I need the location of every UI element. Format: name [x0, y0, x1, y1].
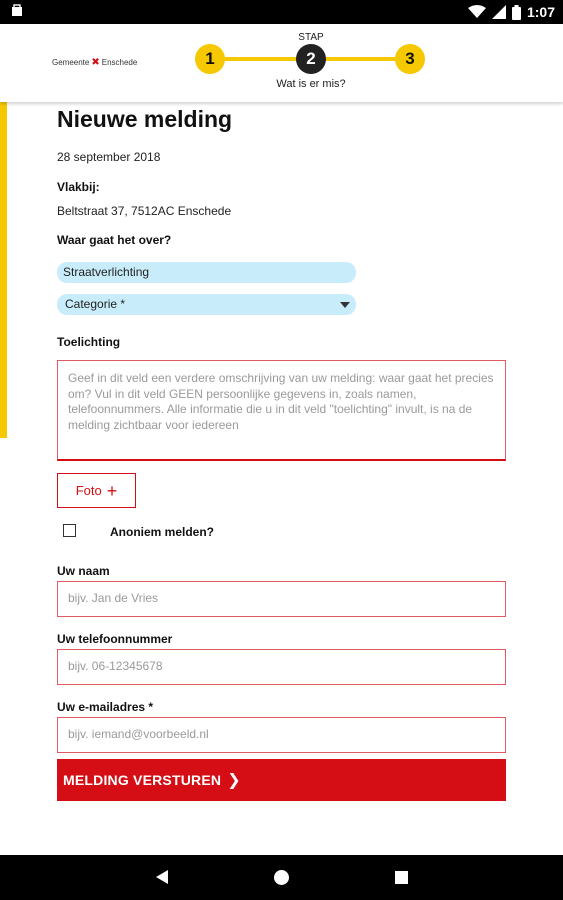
- email-label: Uw e-mailadres *: [57, 700, 154, 714]
- anonymous-label: Anoniem melden?: [110, 525, 215, 539]
- add-photo-button[interactable]: Foto +: [57, 473, 136, 508]
- app-header: Gemeente ✖ Enschede STAP 1 2 3 Wat is er…: [0, 24, 563, 102]
- signal-icon: [491, 5, 506, 19]
- recent-apps-icon[interactable]: [395, 871, 408, 884]
- nearby-label: Vlakbij:: [57, 180, 100, 194]
- stepper-label: STAP: [298, 32, 324, 43]
- subject-chip[interactable]: Straatverlichting: [57, 262, 356, 283]
- name-label: Uw naam: [57, 564, 110, 578]
- report-date: 28 september 2018: [57, 150, 161, 164]
- chevron-right-icon: ❯: [227, 772, 241, 789]
- notification-icon: [12, 4, 22, 16]
- name-placeholder: bijv. Jan de Vries: [68, 591, 159, 605]
- photo-button-label: Foto: [75, 483, 102, 498]
- category-placeholder: Categorie *: [65, 297, 126, 311]
- address-text: Beltstraat 37, 7512AC Enschede: [57, 204, 232, 218]
- subject-label: Waar gaat het over?: [57, 233, 172, 247]
- description-placeholder: Geef in dit veld een verdere omschrijvin…: [68, 371, 494, 432]
- phone-input[interactable]: bijv. 06-12345678: [57, 649, 506, 685]
- step-1[interactable]: 1: [195, 44, 225, 74]
- description-label: Toelichting: [57, 335, 121, 349]
- step-2-current[interactable]: 2: [296, 44, 326, 74]
- status-bar: 1:07: [0, 0, 563, 24]
- system-nav-bar: [0, 855, 563, 900]
- page-title: Nieuwe melding: [57, 106, 233, 132]
- category-select[interactable]: Categorie *: [57, 294, 356, 315]
- logo-text-right: Enschede: [101, 58, 138, 67]
- email-placeholder: bijv. iemand@voorbeeld.nl: [68, 727, 209, 741]
- description-textarea[interactable]: Geef in dit veld een verdere omschrijvin…: [57, 360, 506, 461]
- subject-value: Straatverlichting: [63, 265, 150, 279]
- step-3[interactable]: 3: [395, 44, 425, 74]
- stepper-caption: Wat is er mis?: [276, 78, 346, 90]
- back-icon[interactable]: [156, 870, 168, 884]
- anonymous-checkbox[interactable]: [63, 524, 76, 537]
- battery-icon: [511, 4, 521, 20]
- email-input[interactable]: bijv. iemand@voorbeeld.nl: [57, 717, 506, 753]
- logo-cross-icon: ✖: [91, 57, 100, 68]
- progress-stepper: STAP 1 2 3 Wat is er mis?: [195, 32, 427, 98]
- submit-button[interactable]: MELDING VERSTUREN ❯: [57, 759, 506, 801]
- wifi-icon: [467, 5, 486, 18]
- dropdown-arrow-icon: [340, 302, 350, 308]
- clock: 1:07: [526, 4, 555, 20]
- submit-label: MELDING VERSTUREN: [63, 772, 222, 788]
- gemeente-logo: Gemeente ✖ Enschede: [52, 57, 137, 68]
- home-icon[interactable]: [274, 870, 289, 885]
- logo-text-left: Gemeente: [52, 58, 90, 67]
- phone-placeholder: bijv. 06-12345678: [68, 659, 163, 673]
- plus-icon: +: [106, 480, 118, 501]
- name-input[interactable]: bijv. Jan de Vries: [57, 581, 506, 617]
- phone-label: Uw telefoonnummer: [57, 632, 173, 646]
- accent-bar: [0, 102, 7, 438]
